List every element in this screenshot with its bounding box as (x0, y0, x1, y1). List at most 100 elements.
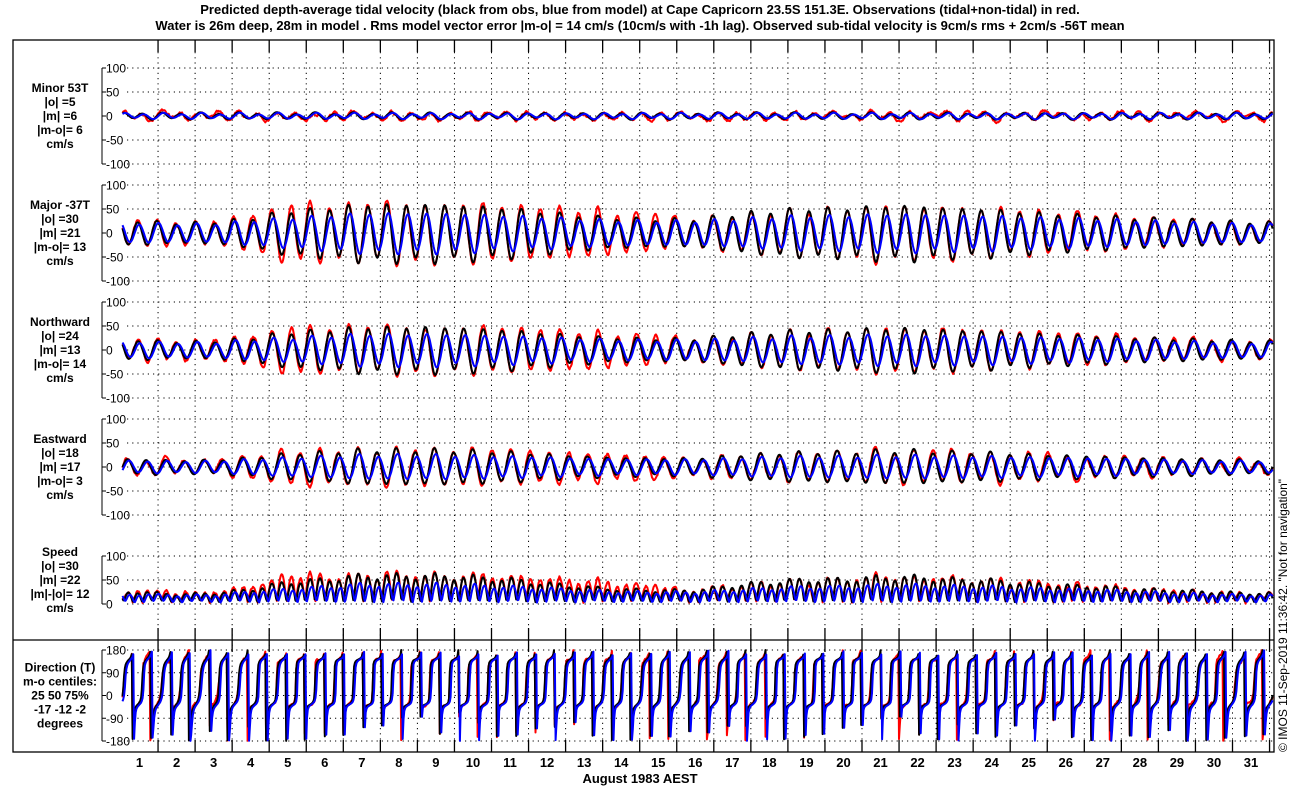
panel-label-major: |o| =30 (41, 212, 79, 226)
panel-label-east: |m-o|= 3 (37, 474, 83, 488)
x-tick-label: 31 (1244, 755, 1258, 770)
panel-label-major: cm/s (46, 254, 74, 268)
panel-label-speed: Speed (42, 545, 78, 559)
panel-major: 100 50 0 -50 -100 Major -37T|o| =30|m| =21|m-… (30, 179, 1274, 289)
x-tick-label: 24 (984, 755, 999, 770)
panel-direction: 180 90 0 -90 -180 Direction (T)m-o centiles:2… (23, 644, 1274, 749)
panel-label-minor: |m-o|= 6 (37, 123, 83, 137)
y-tick-label: -50 (106, 368, 124, 382)
chart-title-line-2: Water is 26m deep, 28m in model . Rms mo… (155, 18, 1124, 33)
y-tick-label: 0 (106, 461, 113, 475)
x-tick-label: 20 (836, 755, 850, 770)
y-tick-label: -90 (106, 712, 124, 726)
y-tick-label: -100 (106, 275, 130, 289)
x-tick-label: 11 (503, 755, 517, 770)
x-tick-label: 17 (725, 755, 739, 770)
panel-east: 100 50 0 -50 -100 Eastward|o| =18|m| =17|m-o|… (33, 413, 1274, 523)
x-tick-label: 10 (466, 755, 480, 770)
x-tick-label: 27 (1096, 755, 1110, 770)
chart-title-line-1: Predicted depth-average tidal velocity (… (200, 2, 1080, 17)
panel-label-east: |o| =18 (41, 446, 79, 460)
panel-label-minor: |m| =6 (43, 109, 78, 123)
x-tick-label: 3 (210, 755, 217, 770)
x-tick-label: 8 (395, 755, 402, 770)
y-tick-label: 50 (106, 320, 120, 334)
panel-speed: 100 50 0 Speed|o| =30|m| =22|m|-|o|= 12cm/s (30, 545, 1274, 615)
y-tick-label: 100 (106, 179, 126, 193)
x-tick-label: 23 (947, 755, 961, 770)
y-tick-label: -100 (106, 392, 130, 406)
credit-text: © IMOS 11-Sep-2019 11:36:42. "Not for na… (1276, 479, 1290, 752)
y-tick-label: -50 (106, 485, 124, 499)
x-tick-label: 14 (614, 755, 629, 770)
y-tick-label: 50 (106, 437, 120, 451)
y-tick-label: 50 (106, 86, 120, 100)
panel-label-direction: 25 50 75% (31, 689, 89, 703)
x-tick-label: 30 (1207, 755, 1221, 770)
x-tick-label: 1 (136, 755, 143, 770)
y-tick-label: -50 (106, 251, 124, 265)
panel-label-north: Northward (30, 315, 90, 329)
series-obs_tidal-north (121, 325, 1274, 376)
panel-label-minor: |o| =5 (44, 95, 75, 109)
x-tick-label: 25 (1021, 755, 1035, 770)
tidal-velocity-chart: Predicted depth-average tidal velocity (… (12, 2, 1290, 786)
series-obs_tidal-major (121, 203, 1274, 266)
y-tick-label: 0 (106, 110, 113, 124)
x-tick-label: 7 (358, 755, 365, 770)
y-tick-label: -100 (106, 158, 130, 172)
panel-label-speed: cm/s (46, 601, 74, 615)
panel-label-north: |m| =13 (39, 343, 80, 357)
x-tick-label: 19 (799, 755, 813, 770)
panel-label-direction: degrees (37, 717, 83, 731)
y-tick-label: -180 (106, 735, 130, 749)
y-tick-label: 100 (106, 296, 126, 310)
x-tick-label: 22 (910, 755, 924, 770)
x-axis: 1 2 3 4 5 6 7 8 9 10 11 12 13 14 15 16 17 18 19 20 21 22 23 24 2… (136, 755, 1258, 770)
x-tick-label: 15 (651, 755, 665, 770)
panel-label-east: |m| =17 (39, 460, 80, 474)
x-tick-label: 28 (1133, 755, 1147, 770)
x-tick-label: 5 (284, 755, 291, 770)
x-tick-label: 21 (873, 755, 887, 770)
y-tick-label: 0 (106, 598, 113, 612)
x-tick-label: 29 (1170, 755, 1184, 770)
series-obs_tidal-east (121, 447, 1274, 486)
panel-label-north: |m-o|= 14 (34, 357, 87, 371)
y-tick-label: -50 (106, 134, 124, 148)
panel-label-minor: cm/s (46, 137, 74, 151)
y-tick-label: 90 (106, 666, 120, 680)
x-tick-label: 18 (762, 755, 776, 770)
panel-label-speed: |m| =22 (39, 573, 80, 587)
panels: 100500-50-100Minor 53T|o| =5|m| =6|m-o|=… (23, 62, 1274, 749)
panel-label-major: |m| =21 (39, 226, 80, 240)
panel-minor: 100 50 0 -50 -100 Minor 53T|o| =5|m| =6|m-o|=… (32, 62, 1274, 172)
panel-label-north: cm/s (46, 371, 74, 385)
panel-label-minor: Minor 53T (32, 81, 89, 95)
y-tick-label: 100 (106, 62, 126, 76)
x-tick-label: 2 (173, 755, 180, 770)
y-tick-label: 0 (106, 344, 113, 358)
x-tick-label: 16 (688, 755, 702, 770)
grid (157, 40, 1271, 752)
x-tick-label: 12 (540, 755, 554, 770)
x-tick-label: 6 (321, 755, 328, 770)
y-tick-label: 180 (106, 644, 126, 658)
panel-north: 100 50 0 -50 -100 Northward|o| =24|m| =13|m-o… (30, 296, 1274, 406)
x-tick-label: 9 (432, 755, 439, 770)
panel-label-direction: m-o centiles: (23, 675, 97, 689)
x-tick-label: 26 (1059, 755, 1073, 770)
y-tick-label: 50 (106, 203, 120, 217)
panel-label-speed: |o| =30 (41, 559, 79, 573)
panel-label-east: Eastward (33, 432, 86, 446)
panel-label-speed: |m|-|o|= 12 (30, 587, 89, 601)
panel-label-direction: -17 -12 -2 (34, 703, 86, 717)
y-tick-label: 0 (106, 227, 113, 241)
x-tick-label: 4 (247, 755, 255, 770)
panel-label-major: |m-o|= 13 (34, 240, 87, 254)
y-tick-label: -100 (106, 509, 130, 523)
series-obs_tidal-direction (121, 649, 1274, 742)
x-tick-label: 13 (577, 755, 591, 770)
y-tick-label: 100 (106, 413, 126, 427)
panel-label-east: cm/s (46, 488, 74, 502)
